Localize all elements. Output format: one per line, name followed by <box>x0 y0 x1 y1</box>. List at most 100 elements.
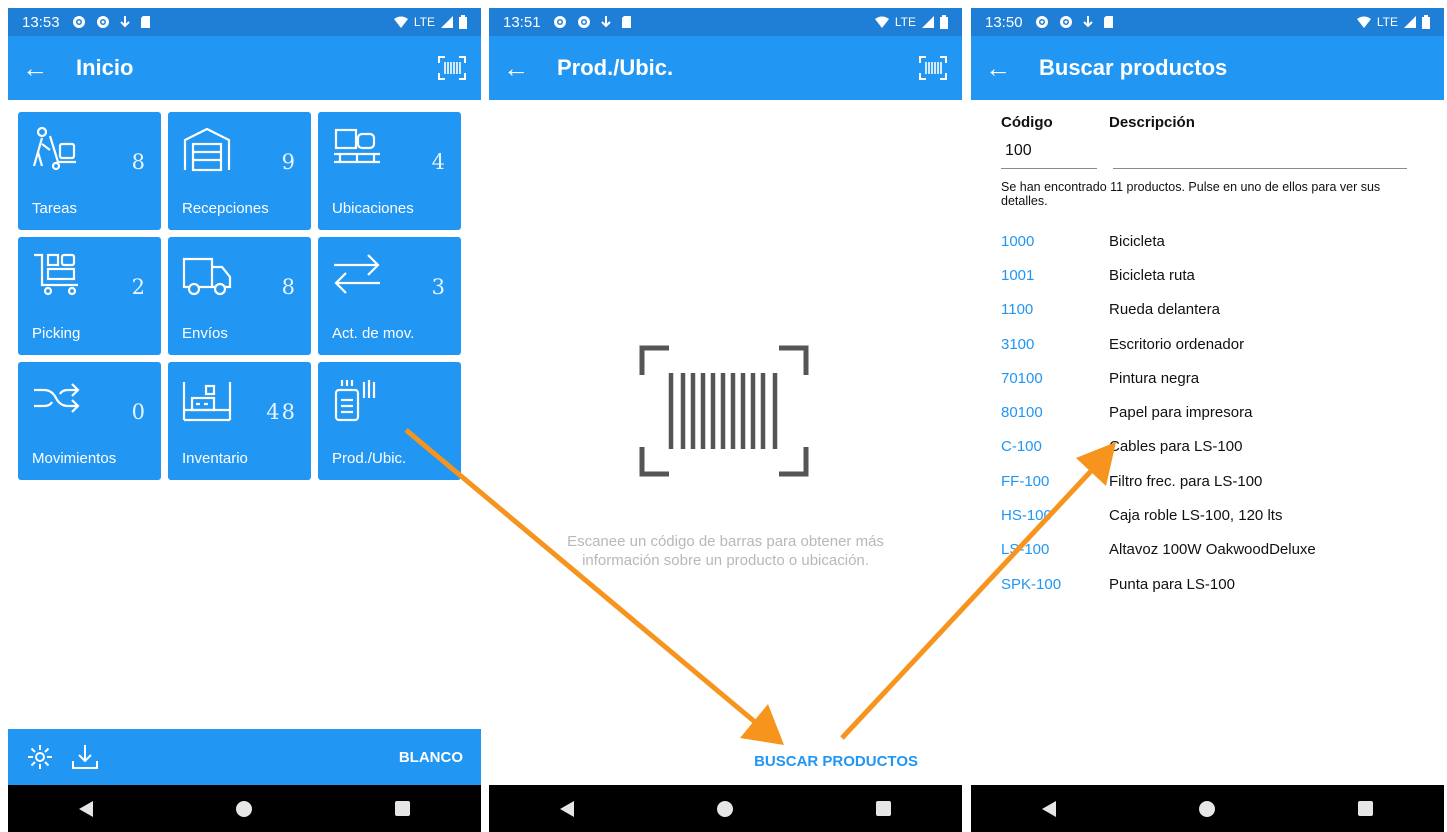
list-item[interactable]: C-100 Cables para LS-100 <box>1001 430 1424 464</box>
list-item[interactable]: 1100 Rueda delantera <box>1001 293 1424 327</box>
status-bar: 13:53 LTE <box>8 8 481 36</box>
wifi-icon <box>393 16 408 28</box>
list-item[interactable]: FF-100 Filtro frec. para LS-100 <box>1001 464 1424 498</box>
wifi-icon <box>874 16 889 28</box>
sd-card-icon <box>1103 16 1113 28</box>
gear-icon <box>1035 16 1048 28</box>
tile-label: Tareas <box>32 200 78 217</box>
list-item[interactable]: 1000 Bicicleta <box>1001 224 1424 258</box>
back-arrow-icon[interactable]: ← <box>503 55 543 81</box>
tile-prod-ubic[interactable]: Prod./Ubic. <box>318 362 461 480</box>
gear-icon <box>577 16 590 28</box>
product-description: Bicicleta <box>1109 232 1165 250</box>
dolly-icon <box>32 126 76 171</box>
product-description: Pintura negra <box>1109 369 1200 387</box>
product-description: Altavoz 100W OakwoodDeluxe <box>1109 541 1316 559</box>
nav-home-icon[interactable] <box>1198 800 1215 817</box>
gear-icon <box>553 16 566 28</box>
list-item[interactable]: 3100 Escritorio ordenador <box>1001 327 1424 361</box>
nav-home-icon[interactable] <box>235 800 252 817</box>
product-code[interactable]: FF-100 <box>1001 473 1109 490</box>
back-arrow-icon[interactable]: ← <box>985 55 1025 81</box>
screen-buscar-productos: 13:50 LTE ← Buscar productos Código Desc… <box>971 8 1444 832</box>
tile-count: 4 <box>431 150 447 174</box>
product-code[interactable]: 1001 <box>1001 267 1109 284</box>
network-type: LTE <box>1376 15 1398 29</box>
buscar-productos-button[interactable]: BUSCAR PRODUCTOS <box>754 753 918 770</box>
product-code[interactable]: HS-100 <box>1001 507 1109 524</box>
list-item[interactable]: LS-100 Altavoz 100W OakwoodDeluxe <box>1001 533 1424 567</box>
android-nav-bar <box>8 785 481 832</box>
tile-count: 8 <box>131 150 147 174</box>
barcode-scan-icon[interactable] <box>437 55 467 81</box>
network-type: LTE <box>413 15 435 29</box>
tile-label: Ubicaciones <box>332 200 414 217</box>
list-item[interactable]: 80100 Papel para impresora <box>1001 395 1424 429</box>
code-field-label: Código <box>1001 114 1053 131</box>
product-code[interactable]: C-100 <box>1001 438 1109 455</box>
tile-recepciones[interactable]: 9 Recepciones <box>168 112 311 230</box>
list-item[interactable]: SPK-100 Punta para LS-100 <box>1001 567 1424 601</box>
product-code[interactable]: 1000 <box>1001 233 1109 250</box>
page-title: Buscar productos <box>1039 55 1228 80</box>
status-right: LTE <box>1356 15 1430 29</box>
back-arrow-icon[interactable]: ← <box>22 55 62 81</box>
nav-home-icon[interactable] <box>716 800 733 817</box>
results-info-text: Se han encontrado 11 productos. Pulse en… <box>1001 180 1381 208</box>
tile-inventario[interactable]: 48 Inventario <box>168 362 311 480</box>
battery-icon <box>1422 15 1430 29</box>
battery-icon <box>459 15 467 29</box>
barcode-scan-icon[interactable] <box>918 55 948 81</box>
download-icon <box>119 16 130 28</box>
tile-label: Picking <box>32 325 81 342</box>
status-time: 13:53 <box>22 13 60 31</box>
product-code[interactable]: SPK-100 <box>1001 576 1109 593</box>
product-description: Papel para impresora <box>1109 404 1253 422</box>
nav-back-icon[interactable] <box>560 800 575 817</box>
product-code[interactable]: 3100 <box>1001 336 1109 353</box>
status-time: 13:51 <box>503 13 541 31</box>
tile-picking[interactable]: 2 Picking <box>18 237 161 355</box>
list-item[interactable]: 1001 Bicicleta ruta <box>1001 258 1424 292</box>
code-input[interactable]: 100 <box>1005 142 1032 160</box>
nav-back-icon[interactable] <box>79 800 94 817</box>
product-code[interactable]: 70100 <box>1001 370 1109 387</box>
status-bar: 13:50 LTE <box>971 8 1444 36</box>
nav-back-icon[interactable] <box>1042 800 1057 817</box>
nav-recents-icon[interactable] <box>394 801 410 816</box>
settings-gear-icon[interactable] <box>26 743 54 771</box>
download-icon <box>600 16 611 28</box>
product-description: Bicicleta ruta <box>1109 266 1195 284</box>
description-field-label: Descripción <box>1109 114 1195 131</box>
list-item[interactable]: 70100 Pintura negra <box>1001 361 1424 395</box>
tile-ubicaciones[interactable]: 4 Ubicaciones <box>318 112 461 230</box>
product-code[interactable]: 1100 <box>1001 301 1109 318</box>
tile-act-de-mov[interactable]: 3 Act. de mov. <box>318 237 461 355</box>
nav-recents-icon[interactable] <box>1357 801 1373 816</box>
status-notification-icons <box>1035 15 1114 29</box>
module-grid: 8 Tareas 9 Recepciones 4 Ubicaciones 2 P… <box>18 112 461 480</box>
product-code[interactable]: 80100 <box>1001 404 1109 421</box>
bottom-bar: BLANCO <box>8 729 481 785</box>
tile-count: 48 <box>266 400 297 424</box>
tile-count: 8 <box>281 275 297 299</box>
nav-recents-icon[interactable] <box>875 801 891 816</box>
list-item[interactable]: HS-100 Caja roble LS-100, 120 lts <box>1001 498 1424 532</box>
tile-label: Movimientos <box>32 450 117 467</box>
download-icon <box>1082 16 1093 28</box>
gear-icon <box>1059 16 1072 28</box>
tile-movimientos[interactable]: 0 Movimientos <box>18 362 161 480</box>
scan-hint-text: Escanee un código de barras para obtener… <box>567 533 884 569</box>
download-tray-icon[interactable] <box>70 743 100 771</box>
product-code[interactable]: LS-100 <box>1001 541 1109 558</box>
tile-count: 3 <box>431 275 447 299</box>
scanner-device-icon <box>334 380 376 422</box>
signal-icon <box>922 16 934 28</box>
environment-label[interactable]: BLANCO <box>399 749 463 766</box>
wifi-icon <box>1356 16 1371 28</box>
app-bar: ← Prod./Ubic. <box>489 36 962 100</box>
tile-envios[interactable]: 8 Envíos <box>168 237 311 355</box>
pallet-boxes-icon <box>334 128 380 164</box>
tile-tareas[interactable]: 8 Tareas <box>18 112 161 230</box>
shuffle-icon <box>34 383 80 413</box>
